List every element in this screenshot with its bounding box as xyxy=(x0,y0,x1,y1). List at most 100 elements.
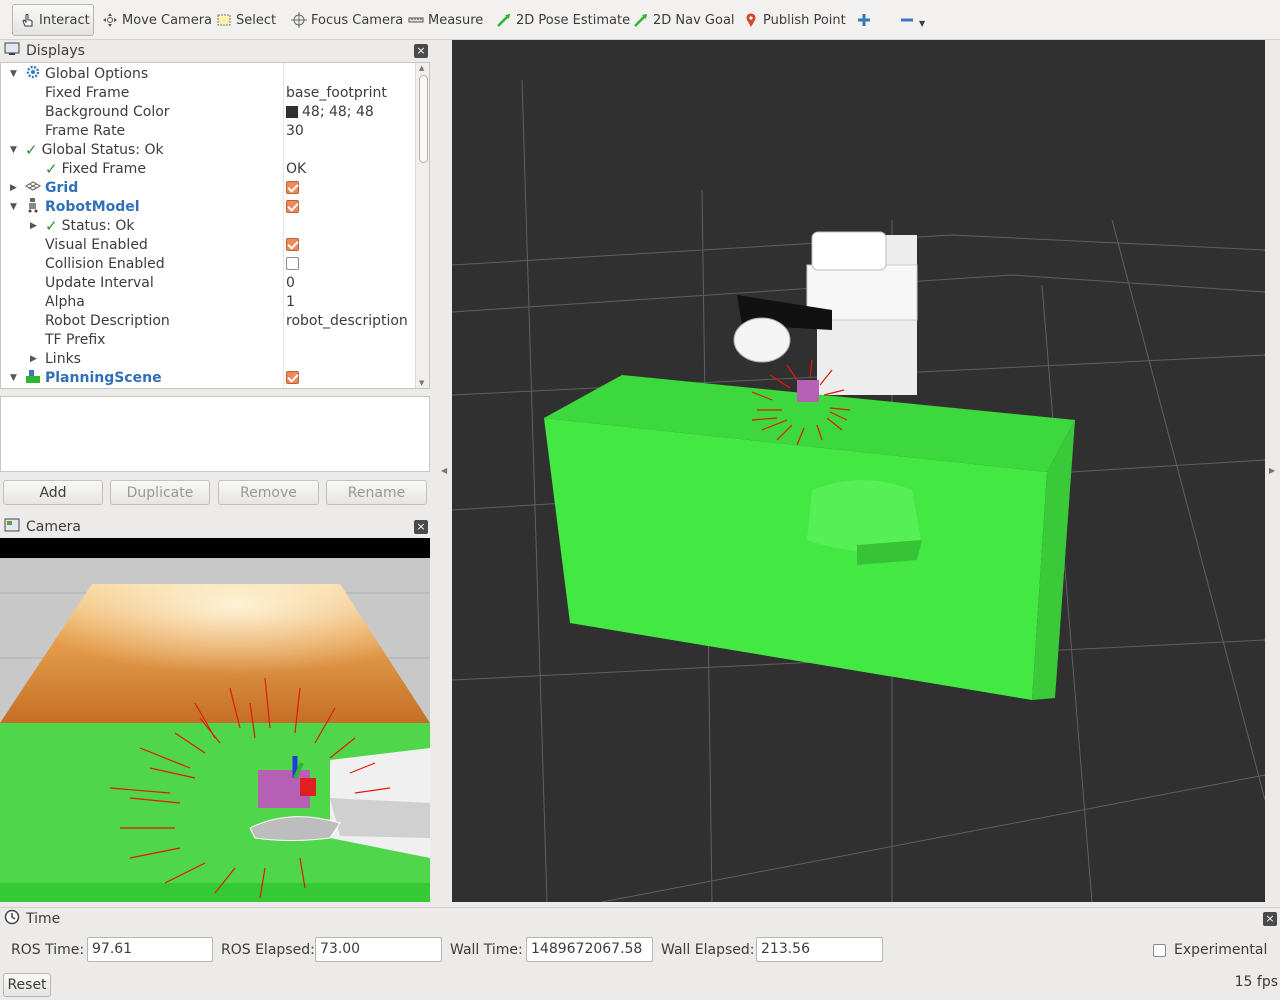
minus-icon xyxy=(899,12,915,28)
close-icon[interactable]: × xyxy=(414,520,428,534)
tree-value[interactable]: 48; 48; 48 xyxy=(302,104,374,120)
add-tool-button[interactable] xyxy=(850,4,878,36)
camera-image-view[interactable] xyxy=(0,538,430,902)
tree-label: Robot Description xyxy=(45,312,170,329)
select-tool[interactable]: Select xyxy=(210,4,282,36)
tree-row-links[interactable]: ▶ Links xyxy=(1,349,415,368)
splitter-left-arrow-icon[interactable]: ◀ xyxy=(441,466,447,475)
collision-enabled-checkbox[interactable] xyxy=(286,257,299,270)
tree-label: TF Prefix xyxy=(45,331,106,348)
3d-viewport[interactable] xyxy=(452,40,1265,902)
rename-display-button[interactable]: Rename xyxy=(326,480,427,505)
monitor-icon xyxy=(4,41,20,61)
ros-elapsed-field[interactable]: 73.00 xyxy=(315,937,442,962)
nav-goal-tool[interactable]: 2D Nav Goal xyxy=(627,4,741,36)
tree-row-global-status[interactable]: ▼ ✓ Global Status: Ok xyxy=(1,140,415,159)
tree-row-update-interval[interactable]: Update Interval 0 xyxy=(1,273,415,292)
tree-value[interactable]: 1 xyxy=(286,294,295,310)
checkmark-icon: ✓ xyxy=(25,140,38,159)
tool-label: Focus Camera xyxy=(311,12,404,28)
tree-value[interactable]: 0 xyxy=(286,275,295,291)
tree-scrollbar[interactable]: ▲ ▼ xyxy=(415,63,429,388)
tree-value[interactable]: base_footprint xyxy=(286,85,387,101)
experimental-checkbox[interactable] xyxy=(1153,944,1166,957)
tree-label: Collision Enabled xyxy=(45,255,165,272)
collapse-arrow-icon[interactable]: ▶ xyxy=(30,221,37,231)
tree-row-frame-rate[interactable]: Frame Rate 30 xyxy=(1,121,415,140)
add-display-button[interactable]: Add xyxy=(3,480,103,505)
tree-label: Update Interval xyxy=(45,274,154,291)
tool-label: 2D Pose Estimate xyxy=(516,12,631,28)
tree-row-fixed-frame-status[interactable]: ✓ Fixed Frame OK xyxy=(1,159,415,178)
checkmark-icon: ✓ xyxy=(45,216,58,235)
remove-display-button[interactable]: Remove xyxy=(218,480,319,505)
tool-label: Select xyxy=(236,12,277,28)
tree-label: Alpha xyxy=(45,293,85,310)
tool-label: Publish Point xyxy=(763,12,846,28)
robot-model-enabled-checkbox[interactable] xyxy=(286,200,299,213)
ros-elapsed-label: ROS Elapsed: xyxy=(221,942,315,958)
collapse-arrow-icon[interactable]: ▶ xyxy=(10,183,17,193)
time-panel-header: Time xyxy=(4,908,60,930)
tree-label: Visual Enabled xyxy=(45,236,148,253)
tree-row-fixed-frame[interactable]: Fixed Frame base_footprint xyxy=(1,83,415,102)
remove-tool-button[interactable]: ▼ xyxy=(893,4,931,36)
move-camera-icon xyxy=(102,12,118,28)
tree-row-background-color[interactable]: Background Color 48; 48; 48 xyxy=(1,102,415,121)
wall-elapsed-field[interactable]: 213.56 xyxy=(756,937,883,962)
interact-tool[interactable]: Interact xyxy=(12,4,94,36)
hand-pointer-icon xyxy=(19,12,35,28)
grid-icon xyxy=(24,178,42,198)
tree-row-planning-scene[interactable]: ▼ PlanningScene xyxy=(1,368,415,387)
tree-row-robot-model[interactable]: ▼ RobotModel xyxy=(1,197,415,216)
visual-enabled-checkbox[interactable] xyxy=(286,238,299,251)
panel-title: Camera xyxy=(26,519,81,535)
grid-enabled-checkbox[interactable] xyxy=(286,181,299,194)
tool-label: 2D Nav Goal xyxy=(653,12,735,28)
tree-row-robot-description[interactable]: Robot Description robot_description xyxy=(1,311,415,330)
ros-time-field[interactable]: 97.61 xyxy=(87,937,213,962)
focus-camera-tool[interactable]: Focus Camera xyxy=(285,4,409,36)
tree-row-robot-status[interactable]: ▶ ✓ Status: Ok xyxy=(1,216,415,235)
expand-arrow-icon[interactable]: ▼ xyxy=(10,145,17,155)
tool-label: Move Camera xyxy=(122,12,213,28)
scroll-down-icon[interactable]: ▼ xyxy=(419,379,424,387)
tree-row-global-options[interactable]: ▼ Global Options xyxy=(1,64,415,83)
wall-time-field[interactable]: 1489672067.58 xyxy=(526,937,653,962)
close-icon[interactable]: × xyxy=(414,44,428,58)
ros-time-label: ROS Time: xyxy=(11,942,85,958)
scroll-up-icon[interactable]: ▲ xyxy=(419,64,424,72)
tree-row-tf-prefix[interactable]: TF Prefix xyxy=(1,330,415,349)
tree-value: OK xyxy=(286,160,307,177)
reset-button[interactable]: Reset xyxy=(3,973,51,997)
color-swatch[interactable] xyxy=(286,105,298,118)
gear-icon xyxy=(25,64,41,84)
checkmark-icon: ✓ xyxy=(45,159,58,178)
tree-label: Fixed Frame xyxy=(61,160,146,177)
expand-arrow-icon[interactable]: ▼ xyxy=(10,373,17,383)
expand-arrow-icon[interactable]: ▼ xyxy=(10,202,17,212)
tree-label: Links xyxy=(45,350,81,367)
tool-label: Measure xyxy=(428,12,484,28)
tree-value[interactable]: robot_description xyxy=(286,313,408,329)
tree-row-alpha[interactable]: Alpha 1 xyxy=(1,292,415,311)
planning-scene-enabled-checkbox[interactable] xyxy=(286,371,299,384)
splitter-right-arrow-icon[interactable]: ▶ xyxy=(1269,466,1275,475)
publish-point-tool[interactable]: Publish Point xyxy=(737,4,852,36)
pose-estimate-tool[interactable]: 2D Pose Estimate xyxy=(490,4,636,36)
expand-arrow-icon[interactable]: ▼ xyxy=(10,69,17,79)
close-icon[interactable]: × xyxy=(1263,912,1277,926)
scrollbar-thumb[interactable] xyxy=(419,75,428,163)
tree-row-visual-enabled[interactable]: Visual Enabled xyxy=(1,235,415,254)
tree-row-grid[interactable]: ▶ Grid xyxy=(1,178,415,197)
tree-row-collision-enabled[interactable]: Collision Enabled xyxy=(1,254,415,273)
collapse-arrow-icon[interactable]: ▶ xyxy=(30,354,37,364)
measure-tool[interactable]: Measure xyxy=(402,4,489,36)
move-camera-tool[interactable]: Move Camera xyxy=(96,4,218,36)
camera-icon xyxy=(4,517,20,537)
tree-label: Global Status: Ok xyxy=(41,141,164,158)
tree-value[interactable]: 30 xyxy=(286,123,304,139)
toolbar: Interact Move Camera Select Focus Camera… xyxy=(0,0,1280,40)
duplicate-display-button[interactable]: Duplicate xyxy=(110,480,210,505)
tree-label: Grid xyxy=(45,179,79,196)
